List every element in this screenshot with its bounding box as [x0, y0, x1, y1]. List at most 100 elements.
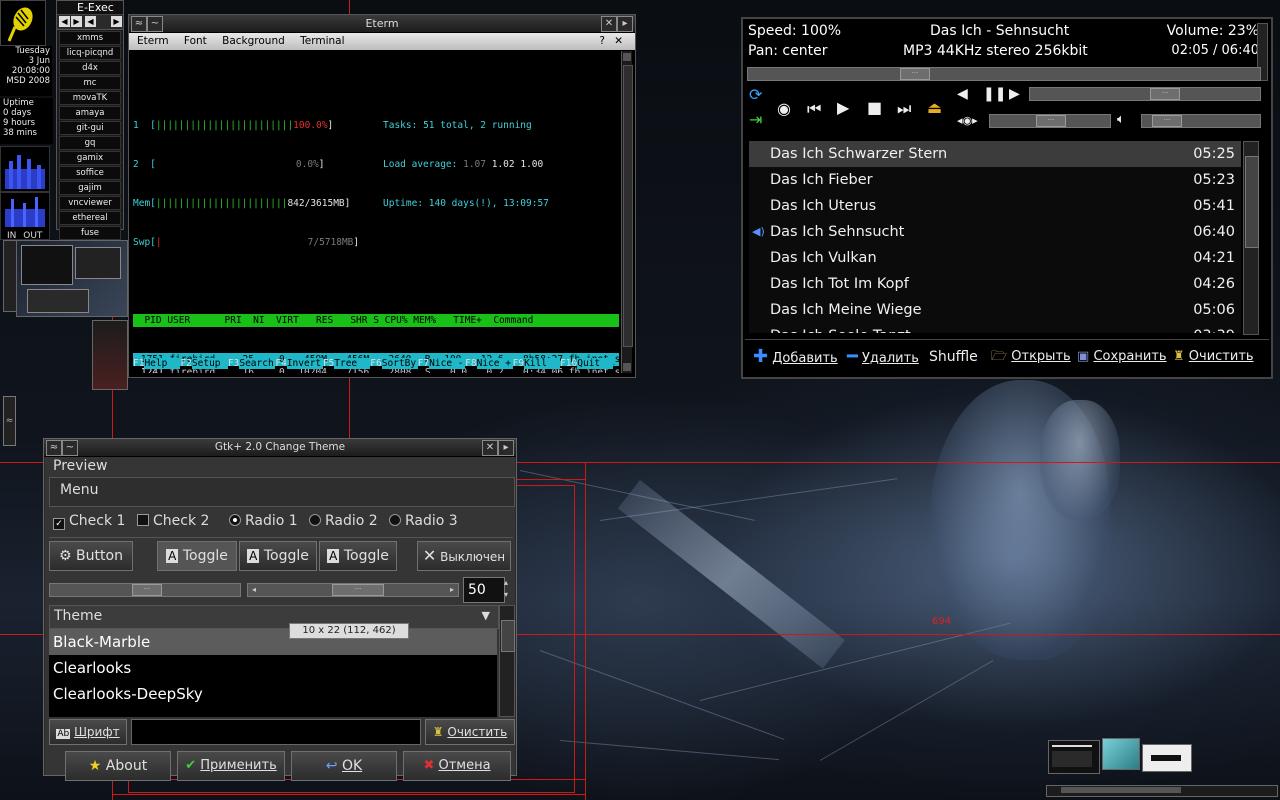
playlist-row[interactable]: Das Ich Tot Im Kopf 04:26 — [749, 271, 1241, 297]
balance-handle[interactable]: ··· — [1036, 115, 1066, 127]
volume-handle[interactable]: ··· — [1152, 115, 1182, 127]
playlist-row[interactable]: Das Ich Vulkan 04:21 — [749, 245, 1241, 271]
theme-item[interactable]: Clearlooks-DeepSky — [49, 681, 497, 707]
playlist-scrollbar[interactable] — [1243, 141, 1259, 335]
radio-3[interactable]: Radio 3 — [389, 513, 458, 529]
eexec-app-1[interactable]: licq-picqnd — [59, 46, 121, 60]
gtk-titlebar[interactable]: Gtk+ 2.0 Change Theme ≈ ~ ✕ ▸ — [44, 439, 516, 457]
sample-button[interactable]: ⚙ Button — [49, 541, 133, 571]
position-slider[interactable]: ··· — [1029, 87, 1261, 101]
font-field[interactable] — [131, 719, 421, 745]
theme-item[interactable]: Clearlooks — [49, 655, 497, 681]
fkey-3-label[interactable]: Invert — [286, 358, 323, 369]
eject-icon[interactable]: ⏏ — [927, 98, 942, 117]
fkey-8-key[interactable]: F9 — [513, 358, 524, 369]
spin-button[interactable]: 50 — [463, 577, 505, 603]
next-icon[interactable]: ⏭ — [897, 99, 911, 119]
help-icon[interactable]: ? — [599, 33, 605, 50]
open-button[interactable]: 🗁 Открыть — [991, 344, 1071, 370]
playlist-scroll-thumb[interactable] — [1245, 156, 1259, 248]
previous-icon[interactable]: ⏮ — [807, 99, 821, 119]
close-icon[interactable]: ✕ — [482, 440, 498, 456]
fkey-7-label[interactable]: Nice + — [476, 358, 513, 369]
side-tab-1[interactable]: ≈ — [3, 396, 16, 446]
seek-bar[interactable]: ··· — [747, 67, 1261, 81]
hscrollbar[interactable]: ◂ ··· ▸ — [247, 583, 459, 597]
font-button[interactable]: Ab Шрифт — [49, 719, 127, 745]
pager-thumb-2[interactable] — [1102, 738, 1140, 770]
pager-thumb-3[interactable] — [1142, 744, 1192, 772]
window-menu-icon[interactable]: ≈ — [131, 16, 147, 32]
play-icon[interactable]: ▶ — [837, 98, 849, 117]
eexec-app-7[interactable]: gq — [59, 136, 121, 150]
toggle-button-2[interactable]: A Toggle — [239, 541, 317, 571]
pause-icon[interactable]: ❚❚ — [983, 86, 1006, 102]
theme-item[interactable]: Black-Marble — [49, 629, 497, 655]
cd-icon[interactable]: ◉ — [777, 99, 791, 118]
pager-desktop-3[interactable] — [3, 240, 17, 312]
bottom-scrollbar[interactable] — [1046, 785, 1278, 797]
arrow-right-icon[interactable]: ▶ — [71, 16, 82, 27]
repeat-icon[interactable]: ⟳ — [749, 85, 762, 104]
playlist-row[interactable]: Das Ich Schwarzer Stern 05:25 — [749, 141, 1241, 167]
fkey-0-key[interactable]: F1 — [133, 358, 144, 369]
font-clear-button[interactable]: ♜ Очистить — [425, 719, 515, 745]
fkey-5-label[interactable]: SortBy — [381, 358, 418, 369]
fkey-9-label[interactable]: Quit — [577, 358, 614, 369]
fkey-2-label[interactable]: Search — [239, 358, 276, 369]
eexec-app-2[interactable]: d4x — [59, 61, 121, 75]
maximize-icon[interactable]: ▸ — [617, 16, 633, 32]
balance-icon[interactable]: ◂◉▸ — [957, 114, 978, 127]
remove-button[interactable]: ━ Удалить — [847, 344, 919, 370]
menu-terminal[interactable]: Terminal — [300, 35, 344, 47]
eterm-titlebar[interactable]: Eterm ≈ ~ ✕ ▸ — [129, 15, 635, 33]
eterm-scrollbar[interactable] — [621, 51, 633, 373]
fkey-1-key[interactable]: F2 — [180, 358, 191, 369]
fkey-3-key[interactable]: F4 — [275, 358, 286, 369]
fkey-4-label[interactable]: Tree — [334, 358, 371, 369]
dock-logo[interactable] — [0, 0, 46, 46]
fkey-2-key[interactable]: F3 — [228, 358, 239, 369]
arrow-left-icon[interactable]: ◀ — [59, 16, 70, 27]
ok-button[interactable]: ↩ OK — [291, 751, 397, 781]
hscale-slider[interactable]: ··· — [49, 583, 241, 597]
window-menu-icon[interactable]: ≈ — [46, 440, 62, 456]
theme-list-header[interactable]: Theme ▼ — [49, 605, 499, 629]
playlist-enter-icon[interactable]: ⇥ — [749, 110, 762, 129]
seek-handle[interactable]: ··· — [900, 68, 930, 80]
hscale-handle[interactable]: ··· — [132, 584, 162, 596]
menu-font[interactable]: Font — [184, 35, 207, 47]
radio-2[interactable]: Radio 2 — [309, 513, 378, 529]
eexec-app-13[interactable]: fuse — [59, 226, 121, 240]
about-button[interactable]: ★ About — [65, 751, 171, 781]
fkey-6-key[interactable]: F7 — [418, 358, 429, 369]
volume-icon[interactable]: 🔈︎ — [1117, 112, 1125, 127]
shade-icon[interactable]: ~ — [62, 440, 78, 456]
step-back-icon[interactable]: ◀ — [957, 86, 968, 102]
step-forward-icon[interactable]: ▶ — [1009, 86, 1020, 102]
fkey-5-key[interactable]: F6 — [370, 358, 381, 369]
eexec-app-9[interactable]: soffice — [59, 166, 121, 180]
pager-desktop-2[interactable] — [92, 320, 128, 390]
pager-desktop-1[interactable] — [16, 240, 128, 317]
maximize-icon[interactable]: ▸ — [498, 440, 514, 456]
fkey-7-key[interactable]: F8 — [465, 358, 476, 369]
fkey-8-label[interactable]: Kill — [524, 358, 561, 369]
eexec-app-4[interactable]: movaTK — [59, 91, 121, 105]
playlist-row[interactable]: Das Ich Uterus 05:41 — [749, 193, 1241, 219]
stop-icon[interactable]: ■ — [867, 98, 882, 117]
eexec-app-5[interactable]: amaya — [59, 106, 121, 120]
cancel-button[interactable]: ✖ Отмена — [403, 751, 511, 781]
check-2[interactable]: Check 2 — [137, 513, 209, 529]
apply-button[interactable]: ✔ Применить — [177, 751, 285, 781]
eexec-app-8[interactable]: gamix — [59, 151, 121, 165]
playlist-row[interactable]: Das Ich Seele Tanzt 03:39 — [749, 323, 1241, 333]
close-icon[interactable]: ✕ — [601, 16, 617, 32]
playlist-row[interactable]: ◀) Das Ich Sehnsucht 06:40 — [749, 219, 1241, 245]
eexec-app-6[interactable]: git-gui — [59, 121, 121, 135]
eexec-app-12[interactable]: ethereal — [59, 211, 121, 225]
fkey-6-label[interactable]: Nice - — [429, 358, 466, 369]
fkey-1-label[interactable]: Setup — [191, 358, 228, 369]
spin-arrows-icon[interactable]: ▴ ▾ — [501, 577, 511, 601]
playlist-row[interactable]: Das Ich Meine Wiege 05:06 — [749, 297, 1241, 323]
